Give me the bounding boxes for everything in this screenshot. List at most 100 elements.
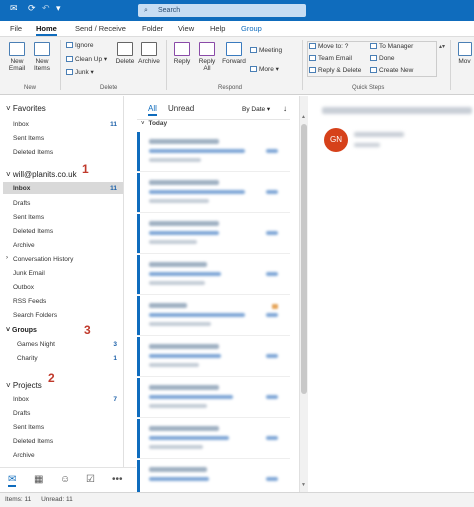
list-item[interactable] <box>137 214 290 254</box>
annotation-number: 2 <box>48 371 55 385</box>
collapse-chevron-icon: ˅ <box>141 121 145 127</box>
projects-header[interactable]: ˅ Projects <box>6 381 42 390</box>
menu-bar: File Home Send / Receive Folder View Hel… <box>0 21 474 37</box>
new-items-button[interactable]: New Items <box>30 42 54 72</box>
group-item[interactable]: Charity <box>17 355 38 362</box>
folder-item[interactable]: Drafts <box>13 410 30 417</box>
recipient-line <box>354 143 380 147</box>
status-bar: Items: 11 Unread: 11 <box>0 492 474 507</box>
new-email-button[interactable]: New Email <box>6 42 28 72</box>
folder-item[interactable]: Inbox <box>13 121 29 128</box>
clean-up-button[interactable]: Clean Up ▾ <box>66 55 107 63</box>
groups-header[interactable]: ˅ Groups <box>6 327 37 334</box>
list-item[interactable] <box>137 296 290 336</box>
folder-pane: ˅ Favorites Inbox 11 Sent Items Deleted … <box>0 96 124 467</box>
folder-item[interactable]: Inbox <box>13 396 29 403</box>
folder-item[interactable]: Deleted Items <box>13 149 53 156</box>
undo-icon[interactable]: ↶ <box>42 3 50 14</box>
reply-button[interactable]: Reply <box>171 42 193 65</box>
scroll-down-icon[interactable]: ▼ <box>301 482 306 488</box>
folder-item[interactable]: Junk Email <box>13 270 45 277</box>
list-item[interactable] <box>137 255 290 295</box>
folder-item[interactable]: Search Folders <box>13 312 57 319</box>
tab-help[interactable]: Help <box>210 24 225 33</box>
folder-item[interactable]: Inbox <box>13 185 30 192</box>
create-new-icon <box>370 67 377 73</box>
quick-step-team-email[interactable]: Team Email <box>309 55 352 62</box>
quick-step-to-manager[interactable]: To Manager <box>370 43 413 50</box>
folder-item[interactable]: Sent Items <box>13 135 44 142</box>
junk-label: Junk <box>75 69 89 76</box>
search-box[interactable]: ⌕ Search <box>138 4 306 17</box>
quick-steps-scroll-icon[interactable]: ▴▾ <box>439 43 445 50</box>
sort-direction-icon[interactable]: ↓ <box>283 104 287 113</box>
tab-group[interactable]: Group <box>241 24 262 33</box>
search-placeholder: Search <box>158 7 181 14</box>
tab-view[interactable]: View <box>178 24 194 33</box>
reply-delete-icon <box>309 67 316 73</box>
group-label-quick-steps: Quick Steps <box>352 85 385 91</box>
sort-by-date-button[interactable]: By Date ▾ <box>242 105 270 113</box>
tasks-icon[interactable]: ☑ <box>86 474 95 485</box>
list-item[interactable] <box>137 460 290 492</box>
list-item[interactable] <box>137 173 290 213</box>
unread-count: 11 <box>110 121 117 128</box>
move-button[interactable]: Mov <box>455 42 474 65</box>
group-item[interactable]: Games Night <box>17 341 55 348</box>
filter-all-tab[interactable]: All <box>148 104 157 116</box>
people-icon[interactable]: ☺ <box>60 474 70 485</box>
mail-icon[interactable]: ✉ <box>8 474 17 487</box>
scrollbar-thumb[interactable] <box>301 124 307 394</box>
module-nav-bar: ✉ ▦ ☺ ☑ ••• <box>0 467 136 492</box>
outlook-logo-icon: ✉ <box>10 3 18 13</box>
quick-step-move-to[interactable]: Move to: ? <box>309 43 348 50</box>
unread-count-status: Unread: 11 <box>41 496 73 503</box>
move-icon <box>309 43 316 49</box>
folder-item[interactable]: Drafts <box>13 200 30 207</box>
tab-folder[interactable]: Folder <box>142 24 163 33</box>
new-items-label: New Items <box>34 58 50 72</box>
archive-icon <box>141 42 157 56</box>
reply-all-button[interactable]: Reply All <box>196 42 218 72</box>
folder-item[interactable]: Conversation History <box>13 256 73 263</box>
calendar-icon[interactable]: ▦ <box>34 474 43 485</box>
tab-send-receive[interactable]: Send / Receive <box>75 24 126 33</box>
annotation-number: 1 <box>82 162 89 176</box>
quick-step-done[interactable]: Done <box>370 55 395 62</box>
delete-button[interactable]: Delete <box>114 42 136 65</box>
account-header[interactable]: ˅ will@planits.co.uk <box>6 170 77 179</box>
tab-file[interactable]: File <box>10 24 22 33</box>
ignore-button[interactable]: Ignore <box>66 42 93 49</box>
folder-item[interactable]: Archive <box>13 452 35 459</box>
list-item[interactable] <box>137 419 290 459</box>
tab-home[interactable]: Home <box>36 24 57 36</box>
more-apps-icon[interactable]: ••• <box>112 474 123 485</box>
expand-chevron-icon[interactable]: › <box>6 255 8 261</box>
list-item[interactable] <box>137 132 290 172</box>
list-item[interactable] <box>137 378 290 418</box>
ignore-label: Ignore <box>75 42 94 49</box>
favorites-header[interactable]: ˅ Favorites <box>6 104 46 113</box>
folder-item[interactable]: Archive <box>13 242 35 249</box>
quick-access-dropdown-icon[interactable]: ▾ <box>56 3 61 14</box>
quick-step-create-new[interactable]: Create New <box>370 67 413 74</box>
folder-item[interactable]: Sent Items <box>13 214 44 221</box>
folder-item[interactable]: Sent Items <box>13 424 44 431</box>
send-receive-icon[interactable]: ⟳ <box>28 3 36 14</box>
ribbon-divider <box>166 40 167 90</box>
more-respond-button[interactable]: More ▾ <box>250 65 279 73</box>
folder-item[interactable]: Deleted Items <box>13 438 53 445</box>
date-group-header[interactable]: ˅ Today <box>137 119 290 129</box>
forward-button[interactable]: Forward <box>221 42 247 65</box>
list-item[interactable] <box>137 337 290 377</box>
ribbon-divider <box>302 40 303 90</box>
folder-item[interactable]: Outbox <box>13 284 34 291</box>
junk-button[interactable]: Junk ▾ <box>66 68 94 76</box>
folder-item[interactable]: Deleted Items <box>13 228 53 235</box>
archive-button[interactable]: Archive <box>137 42 161 65</box>
meeting-button[interactable]: Meeting <box>250 47 282 54</box>
filter-unread-tab[interactable]: Unread <box>168 104 194 113</box>
scroll-up-icon[interactable]: ▲ <box>301 114 306 120</box>
quick-step-reply-delete[interactable]: Reply & Delete <box>309 67 361 74</box>
folder-item[interactable]: RSS Feeds <box>13 298 46 305</box>
